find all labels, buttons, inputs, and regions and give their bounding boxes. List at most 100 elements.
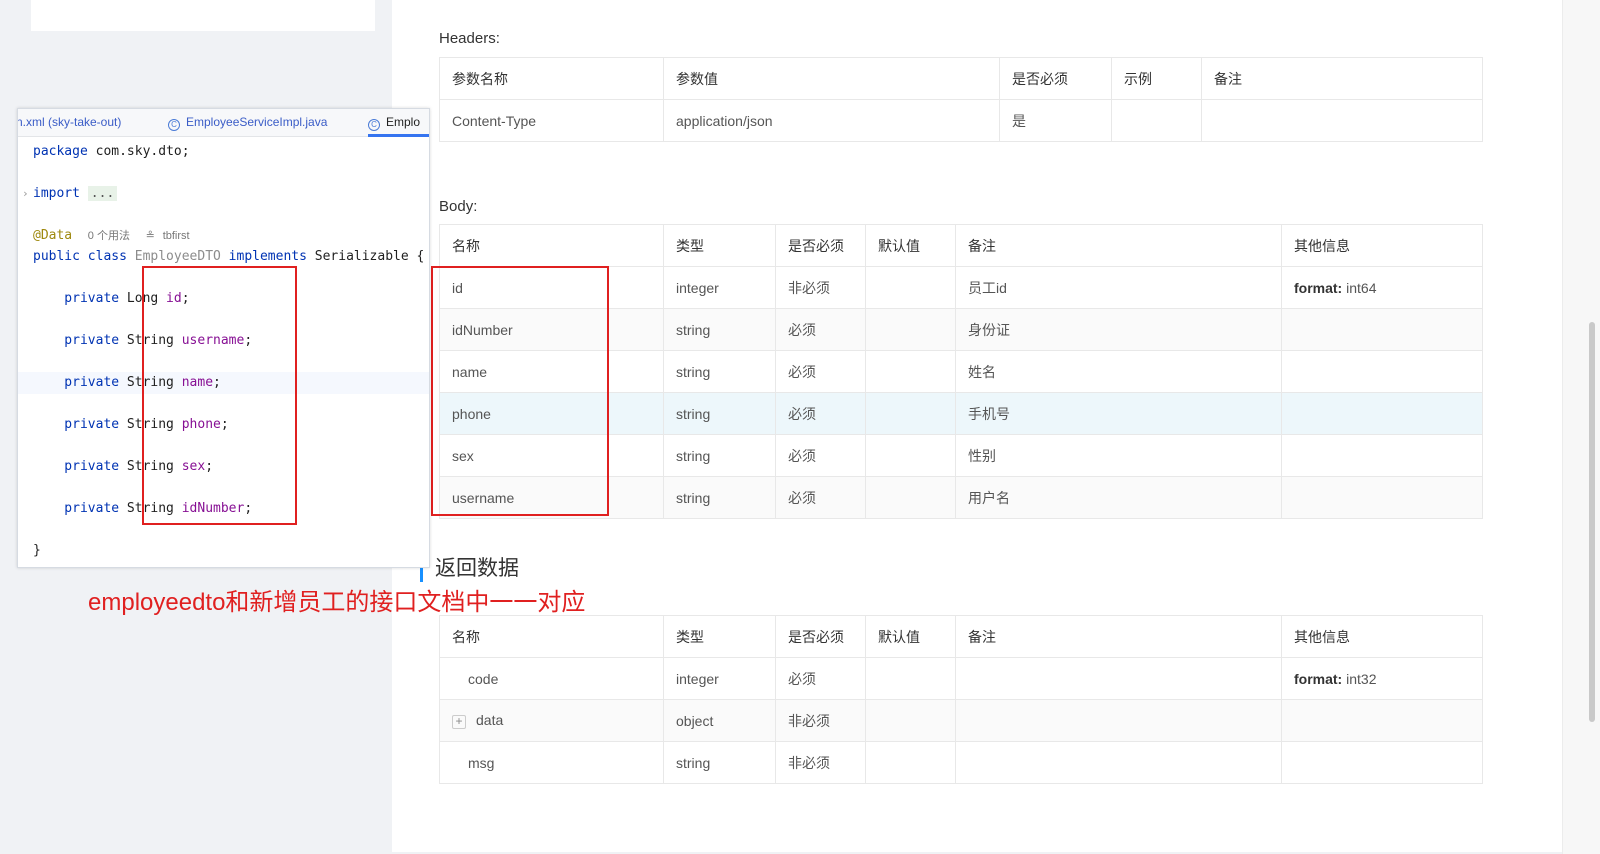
cell xyxy=(1281,350,1483,393)
cell xyxy=(1111,99,1202,142)
semicolon: ; xyxy=(181,291,190,306)
format-value: int32 xyxy=(1342,670,1377,687)
cell: 必须 xyxy=(775,476,866,519)
annotation: @Data xyxy=(33,228,73,243)
col-header: 其他信息 xyxy=(1281,615,1483,658)
table-row: Content-Type application/json 是 xyxy=(439,99,1483,142)
left-top-card xyxy=(31,0,375,31)
col-header: 参数名称 xyxy=(439,57,664,100)
keyword: public class xyxy=(33,249,127,264)
package-name: com.sky.dto; xyxy=(87,144,190,159)
cell xyxy=(865,434,956,477)
cell: string xyxy=(663,350,776,393)
cell xyxy=(865,657,956,700)
table-row: idNumber string 必须 身份证 xyxy=(439,308,1483,351)
cell: sex xyxy=(439,434,664,477)
cell: 身份证 xyxy=(955,308,1282,351)
semicolon: ; xyxy=(205,459,214,474)
ide-tab-pom[interactable]: n.xml (sky-take-out) xyxy=(17,109,122,137)
class-name: EmployeeDTO xyxy=(126,249,221,264)
code-line: private String name; xyxy=(18,372,429,394)
col-header: 名称 xyxy=(439,615,664,658)
field-type: Long xyxy=(119,291,159,306)
format-key: format: xyxy=(1294,670,1343,687)
cell: 非必须 xyxy=(775,741,866,784)
keyword: private xyxy=(33,333,120,348)
field-type: String xyxy=(119,333,174,348)
cell xyxy=(865,476,956,519)
col-header: 示例 xyxy=(1111,57,1202,100)
cell xyxy=(1281,699,1483,742)
fold-arrow-icon[interactable]: › xyxy=(22,183,29,205)
cell: string xyxy=(663,434,776,477)
cell: integer xyxy=(663,657,776,700)
cell xyxy=(1281,476,1483,519)
expand-plus-icon[interactable]: + xyxy=(452,714,466,729)
ide-tab-employee-service-impl[interactable]: C EmployeeServiceImpl.java xyxy=(168,109,327,137)
usage-hint[interactable]: 0 个用法 xyxy=(88,230,130,242)
field-name: name xyxy=(173,375,214,390)
field-name: id xyxy=(158,291,182,306)
keyword: import xyxy=(33,186,80,201)
semicolon: ; xyxy=(213,375,221,390)
field-name: idNumber xyxy=(173,501,245,516)
code-line: } xyxy=(18,540,429,562)
code-line: public class EmployeeDTO implements Seri… xyxy=(18,246,429,268)
import-fold[interactable]: ... xyxy=(87,186,118,201)
scrollbar-thumb[interactable] xyxy=(1589,322,1595,722)
keyword: private xyxy=(33,501,120,516)
ide-tab-bar: n.xml (sky-take-out) C EmployeeServiceImp… xyxy=(18,109,429,137)
cell: Content-Type xyxy=(439,99,664,142)
tab-label: n.xml (sky-take-out) xyxy=(17,115,122,129)
semicolon: ; xyxy=(244,333,253,348)
headers-table-head: 参数名称 参数值 是否必须 示例 备注 xyxy=(439,57,1483,100)
cell: string xyxy=(663,741,776,784)
cell: 必须 xyxy=(775,392,866,435)
table-row: username string 必须 用户名 xyxy=(439,476,1483,519)
headers-table: 参数名称 参数值 是否必须 示例 备注 Content-Type applica… xyxy=(439,57,1483,142)
table-row: msg string 非必须 xyxy=(439,741,1483,784)
cell xyxy=(955,657,1282,700)
col-header: 备注 xyxy=(955,615,1282,658)
cell: msg xyxy=(439,741,664,784)
response-table-head: 名称 类型 是否必须 默认值 备注 其他信息 xyxy=(439,615,1483,658)
cell: id xyxy=(439,266,664,309)
annotation-caption: employeedto和新增员工的接口文档中一一对应 xyxy=(88,589,586,616)
cell: + data xyxy=(439,699,664,742)
tab-label: EmployeeServiceImpl.java xyxy=(186,115,328,129)
field-type: String xyxy=(119,417,174,432)
cell: 必须 xyxy=(775,350,866,393)
semicolon: ; xyxy=(244,501,253,516)
cell: application/json xyxy=(663,99,1000,142)
table-row: name string 必须 姓名 xyxy=(439,350,1483,393)
cell xyxy=(865,266,956,309)
body-table-head: 名称 类型 是否必须 默认值 备注 其他信息 xyxy=(439,224,1483,267)
field-type: String xyxy=(119,501,174,516)
body-table: 名称 类型 是否必须 默认值 备注 其他信息 id integer 非必须 员工… xyxy=(439,224,1483,519)
cell: 性别 xyxy=(955,434,1282,477)
cell: 非必须 xyxy=(775,266,866,309)
col-header: 是否必须 xyxy=(775,615,866,658)
cell xyxy=(955,741,1282,784)
cell: 非必须 xyxy=(775,699,866,742)
tab-label: Emplo xyxy=(386,115,421,129)
col-header: 默认值 xyxy=(865,615,956,658)
cell xyxy=(865,308,956,351)
ide-tab-employee-dto[interactable]: C Emplo xyxy=(368,109,429,137)
table-row: id integer 非必须 员工id format: int64 xyxy=(439,266,1483,309)
col-header: 默认值 xyxy=(865,224,956,267)
field-name: phone xyxy=(173,417,221,432)
keyword: private xyxy=(33,375,120,390)
cell: username xyxy=(439,476,664,519)
col-header: 备注 xyxy=(1201,57,1483,100)
code-line: private Long id; xyxy=(18,288,429,310)
cell: string xyxy=(663,476,776,519)
cell xyxy=(1281,434,1483,477)
return-data-title: 返回数据 xyxy=(420,556,519,582)
cell xyxy=(865,350,956,393)
cell: 用户名 xyxy=(955,476,1282,519)
cell xyxy=(865,392,956,435)
col-header: 其他信息 xyxy=(1281,224,1483,267)
class-icon: C xyxy=(168,119,180,131)
keyword: implements xyxy=(220,249,307,264)
